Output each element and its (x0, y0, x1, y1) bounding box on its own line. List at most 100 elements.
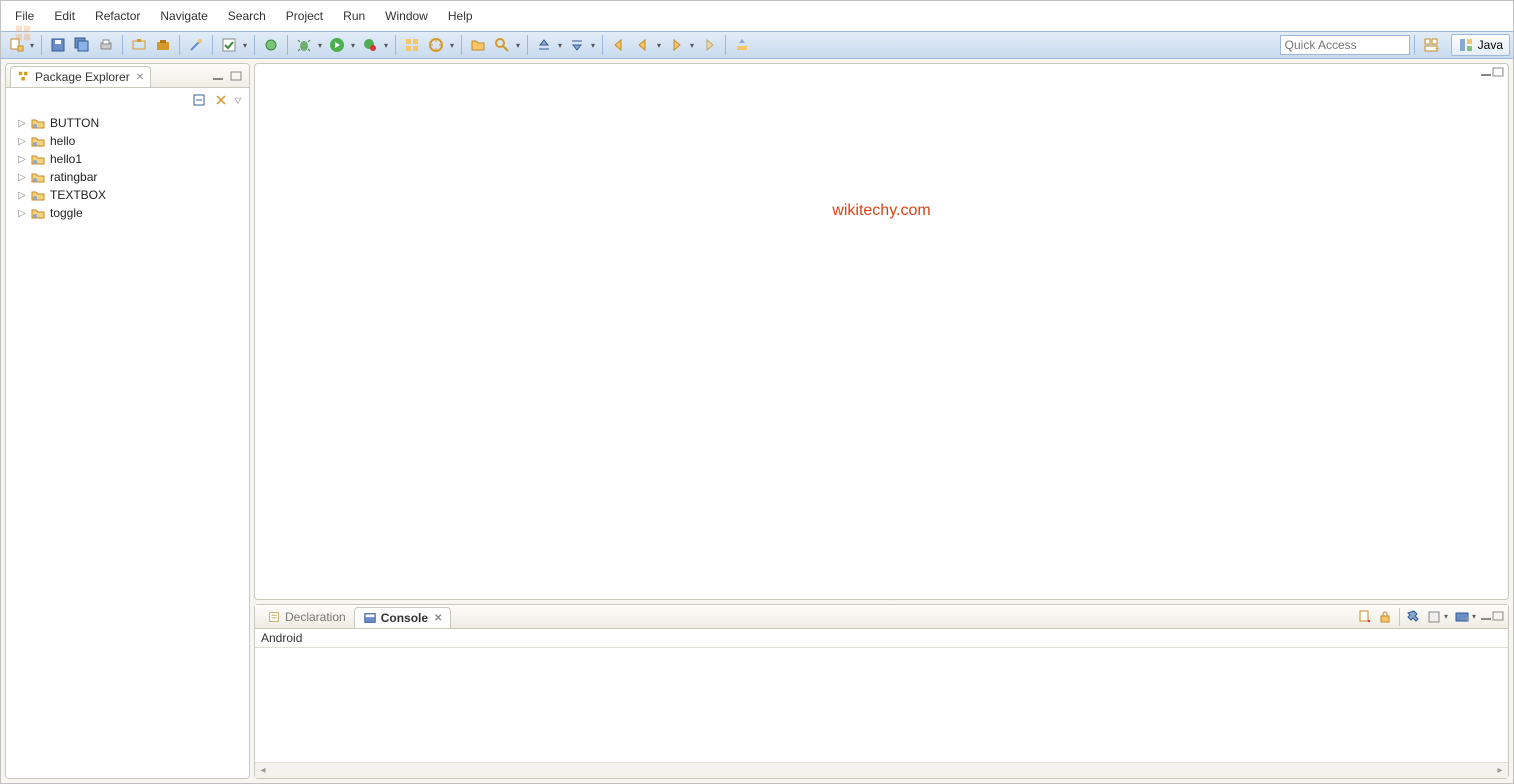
menu-project[interactable]: Project (276, 5, 333, 27)
menu-edit[interactable]: Edit (44, 5, 85, 27)
perspective-label: Java (1478, 38, 1503, 52)
forward-icon[interactable] (667, 36, 685, 54)
expand-icon[interactable]: ▷ (18, 118, 28, 129)
upload-icon[interactable] (733, 36, 751, 54)
project-tree: ▷ BUTTON ▷ hello ▷ hello1 ▷ ratingbar ▷ (6, 112, 249, 778)
link-editor-icon[interactable] (213, 92, 229, 108)
saveall-icon[interactable] (73, 36, 91, 54)
checkbox-icon[interactable] (220, 36, 238, 54)
search-dropdown[interactable]: ▾ (514, 36, 522, 54)
project-label: BUTTON (50, 116, 99, 130)
open-console-icon[interactable]: + (1454, 609, 1470, 625)
console-title: Android (255, 629, 1508, 648)
menu-navigate[interactable]: Navigate (150, 5, 217, 27)
project-label: toggle (50, 206, 83, 220)
menu-help[interactable]: Help (438, 5, 483, 27)
prev-annotation-icon[interactable] (535, 36, 553, 54)
toolbox-icon[interactable] (154, 36, 172, 54)
tree-row[interactable]: ▷ hello1 (10, 150, 245, 168)
debug-dropdown[interactable]: ▾ (316, 36, 324, 54)
perspective-java[interactable]: Java (1451, 34, 1510, 56)
svg-text:+: + (1435, 44, 1439, 53)
quick-access-input[interactable] (1280, 35, 1410, 55)
minimize-panel-icon[interactable] (1480, 610, 1492, 624)
back-history-icon[interactable] (634, 36, 652, 54)
tree-row[interactable]: ▷ hello (10, 132, 245, 150)
open-perspective-icon[interactable]: + (1422, 36, 1440, 54)
watermark-text: wikitechy.com (255, 82, 1508, 599)
display-selected-console-icon[interactable] (1426, 609, 1442, 625)
clear-console-icon[interactable] (1357, 609, 1373, 625)
search-icon[interactable] (493, 36, 511, 54)
project-icon (30, 151, 46, 167)
minimize-editor-icon[interactable] (1480, 66, 1492, 80)
maximize-panel-icon[interactable] (1492, 610, 1504, 624)
menu-bar: File Edit Refactor Navigate Search Proje… (1, 1, 1513, 31)
tab-declaration[interactable]: Declaration (259, 607, 354, 627)
scroll-right-icon[interactable]: ▸ (1492, 764, 1508, 778)
tree-row[interactable]: ▷ TEXTBOX (10, 186, 245, 204)
new-class-icon[interactable] (262, 36, 280, 54)
java-perspective-icon (1458, 37, 1474, 53)
menu-refactor[interactable]: Refactor (85, 5, 150, 27)
tree-row[interactable]: ▷ ratingbar (10, 168, 245, 186)
package-icon (17, 70, 31, 84)
menu-run[interactable]: Run (333, 5, 375, 27)
run-dropdown[interactable]: ▾ (349, 36, 357, 54)
expand-icon[interactable]: ▷ (18, 136, 28, 147)
main-toolbar: ▾ ▾ ▾ ▾ ▾ ▾ ▾ ▾ ▾ ▾ ▾ + Java (1, 31, 1513, 59)
maximize-editor-icon[interactable] (1492, 66, 1504, 80)
view-tab-label: Package Explorer (35, 70, 130, 84)
create-type-icon[interactable] (427, 36, 445, 54)
project-icon (30, 133, 46, 149)
tree-row[interactable]: ▷ toggle (10, 204, 245, 222)
next-annotation-icon[interactable] (568, 36, 586, 54)
build-icon[interactable] (130, 36, 148, 54)
tab-console[interactable]: Console ✕ (354, 607, 452, 628)
console-scrollbar[interactable]: ◂ ▸ (255, 762, 1508, 778)
tab-label: Declaration (285, 610, 346, 624)
new-icon[interactable] (7, 36, 25, 54)
print-icon[interactable] (97, 36, 115, 54)
minimize-view-icon[interactable] (210, 69, 226, 83)
run-last-dropdown[interactable]: ▾ (382, 36, 390, 54)
forward-history-icon[interactable] (700, 36, 718, 54)
console-output[interactable] (255, 648, 1508, 762)
project-icon (30, 187, 46, 203)
package-explorer-view: Package Explorer ✕ ▽ ▷ BUTTON ▷ hello (5, 63, 250, 779)
project-icon (30, 205, 46, 221)
create-type-dropdown[interactable]: ▾ (448, 36, 456, 54)
new-dropdown[interactable]: ▾ (28, 36, 36, 54)
run-icon[interactable] (328, 36, 346, 54)
view-tab-package-explorer[interactable]: Package Explorer ✕ (10, 66, 151, 87)
expand-icon[interactable]: ▷ (18, 208, 28, 219)
collapse-all-icon[interactable] (191, 92, 207, 108)
maximize-view-icon[interactable] (228, 69, 244, 83)
pin-console-icon[interactable] (1406, 609, 1422, 625)
project-label: TEXTBOX (50, 188, 106, 202)
project-label: hello1 (50, 152, 82, 166)
debug-icon[interactable] (295, 36, 313, 54)
scroll-lock-icon[interactable] (1377, 609, 1393, 625)
expand-icon[interactable]: ▷ (18, 190, 28, 201)
tree-row[interactable]: ▷ BUTTON (10, 114, 245, 132)
expand-icon[interactable]: ▷ (18, 154, 28, 165)
expand-icon[interactable]: ▷ (18, 172, 28, 183)
save-icon[interactable] (49, 36, 67, 54)
scroll-left-icon[interactable]: ◂ (255, 764, 271, 778)
close-view-icon[interactable]: ✕ (136, 72, 144, 83)
back-icon[interactable] (610, 36, 628, 54)
close-tab-icon[interactable]: ✕ (434, 613, 442, 624)
menu-file[interactable]: File (5, 5, 44, 27)
svg-text:+: + (1465, 614, 1470, 624)
checkbox-dropdown[interactable]: ▾ (241, 36, 249, 54)
project-icon (30, 169, 46, 185)
wand-icon[interactable] (187, 36, 205, 54)
run-last-icon[interactable] (361, 36, 379, 54)
view-menu-dropdown[interactable]: ▽ (235, 96, 241, 105)
menu-window[interactable]: Window (375, 5, 438, 27)
menu-search[interactable]: Search (218, 5, 276, 27)
bottom-panel: Declaration Console ✕ ▾ + ▾ (254, 604, 1509, 779)
create-package-icon[interactable] (403, 36, 421, 54)
open-folder-icon[interactable] (469, 36, 487, 54)
